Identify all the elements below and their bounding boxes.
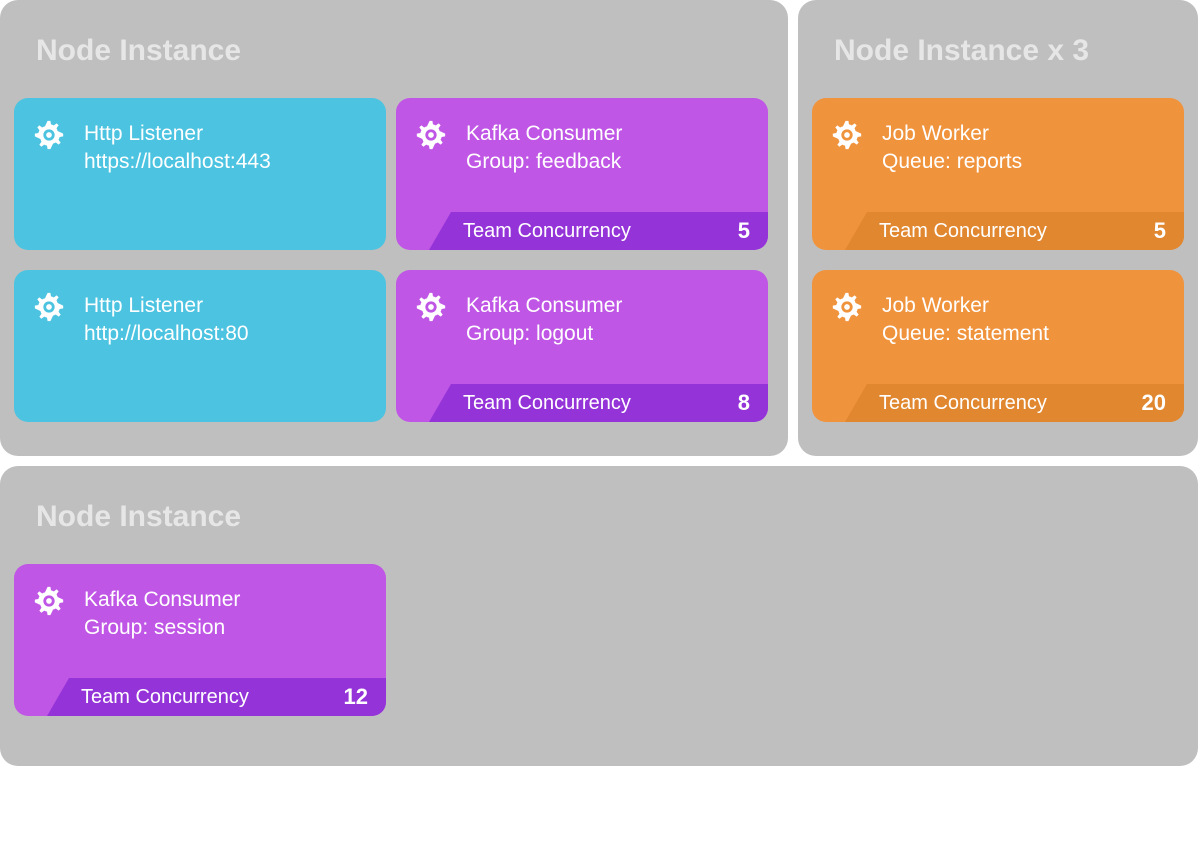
concurrency-value: 20 [1142,390,1166,416]
job-worker-card: Job Worker Queue: statement Team Concurr… [812,270,1184,422]
card-title: Http Listener [84,292,386,320]
card-subtitle: https://localhost:443 [84,148,386,176]
concurrency-footer: Team Concurrency 5 [812,212,1184,250]
concurrency-footer: Team Concurrency 20 [812,384,1184,422]
concurrency-label: Team Concurrency [879,220,1047,243]
card-title: Job Worker [882,120,1184,148]
card-title: Http Listener [84,120,386,148]
concurrency-value: 8 [738,390,750,416]
kafka-consumer-card: Kafka Consumer Group: feedback Team Conc… [396,98,768,250]
concurrency-label: Team Concurrency [81,686,249,709]
kafka-consumer-card: Kafka Consumer Group: logout Team Concur… [396,270,768,422]
panel-title: Node Instance [36,34,774,68]
panel-title: Node Instance [36,500,1184,534]
card-row: Job Worker Queue: reports Team Concurren… [812,98,1184,432]
gear-icon [14,98,84,250]
node-instance-panel: Node Instance Http Listener https://loca… [0,0,788,456]
concurrency-footer: Team Concurrency 12 [14,678,386,716]
concurrency-footer: Team Concurrency 5 [396,212,768,250]
card-subtitle: Queue: statement [882,320,1184,348]
panel-title: Node Instance x 3 [834,34,1184,68]
kafka-consumer-card: Kafka Consumer Group: session Team Concu… [14,564,386,716]
card-title: Job Worker [882,292,1184,320]
concurrency-label: Team Concurrency [463,220,631,243]
card-title: Kafka Consumer [466,292,768,320]
concurrency-label: Team Concurrency [879,392,1047,415]
concurrency-footer: Team Concurrency 8 [396,384,768,422]
job-worker-card: Job Worker Queue: reports Team Concurren… [812,98,1184,250]
diagram-root: Node Instance Http Listener https://loca… [0,0,1200,766]
card-subtitle: Group: logout [466,320,768,348]
http-listener-card: Http Listener https://localhost:443 [14,98,386,250]
card-title: Kafka Consumer [466,120,768,148]
gear-icon [14,270,84,422]
concurrency-value: 12 [344,684,368,710]
card-title: Kafka Consumer [84,586,386,614]
card-subtitle: Group: feedback [466,148,768,176]
http-listener-card: Http Listener http://localhost:80 [14,270,386,422]
card-subtitle: Group: session [84,614,386,642]
node-instance-x3-panel: Node Instance x 3 Job Worker Queue: repo… [798,0,1198,456]
node-instance-panel: Node Instance Kafka Consumer Group: sess… [0,466,1198,766]
card-row: Kafka Consumer Group: session Team Concu… [14,564,1184,726]
card-subtitle: http://localhost:80 [84,320,386,348]
concurrency-label: Team Concurrency [463,392,631,415]
card-row: Http Listener https://localhost:443 Kafk… [14,98,774,432]
card-subtitle: Queue: reports [882,148,1184,176]
concurrency-value: 5 [1154,218,1166,244]
concurrency-value: 5 [738,218,750,244]
